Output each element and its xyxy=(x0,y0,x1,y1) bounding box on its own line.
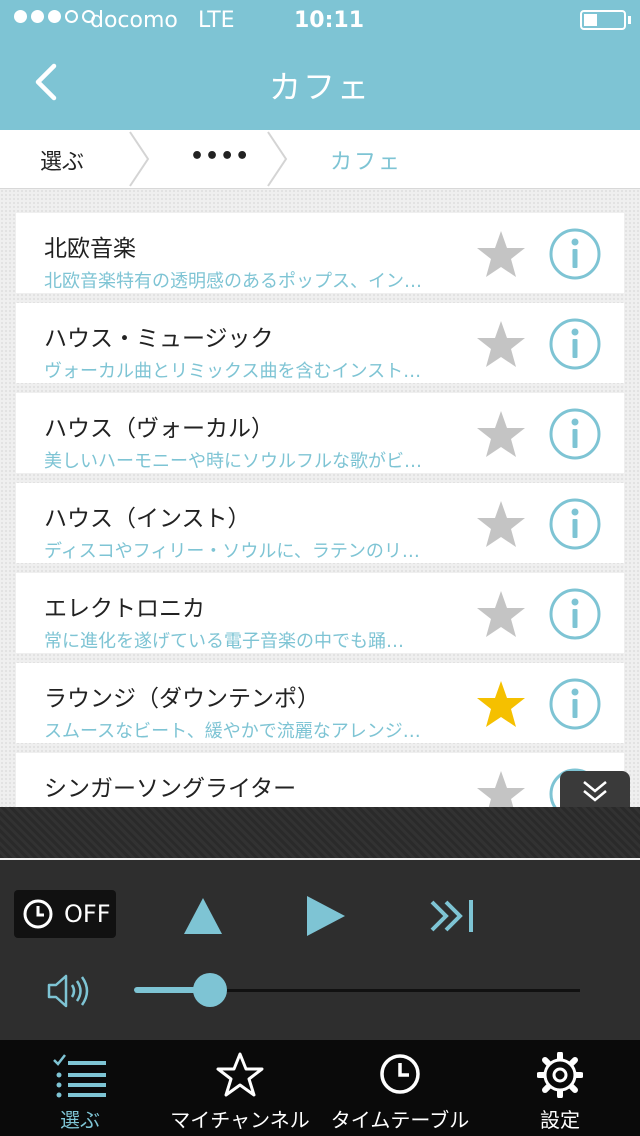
channel-description: ヴォーカル曲とリミックス曲を含むインスト… xyxy=(44,361,422,382)
favorite-button[interactable] xyxy=(474,319,528,371)
play-icon xyxy=(307,896,345,936)
battery-icon xyxy=(580,10,626,30)
star-icon xyxy=(216,1052,264,1097)
star-icon xyxy=(477,501,525,547)
status-time: 10:11 xyxy=(294,8,365,33)
breadcrumb-item-select[interactable]: 選ぶ xyxy=(40,144,84,176)
volume-slider-thumb[interactable] xyxy=(192,973,227,1007)
channel-description: 北欧音楽特有の透明感のあるポップス、イン… xyxy=(44,271,422,292)
star-icon xyxy=(477,681,525,727)
info-button[interactable] xyxy=(548,407,602,461)
clock-icon xyxy=(380,1054,420,1094)
battery-tip xyxy=(628,16,631,24)
carrier-label: docomo xyxy=(90,8,178,33)
breadcrumb-item-middle[interactable]: •••• xyxy=(190,144,250,169)
tab-timetable[interactable]: タイムテーブル xyxy=(320,1040,480,1136)
breadcrumb-separator-icon xyxy=(267,131,288,187)
list-item[interactable]: 北欧音楽北欧音楽特有の透明感のあるポップス、イン… xyxy=(16,213,624,293)
channel-title: ハウス（インスト） xyxy=(44,506,251,532)
page-title: カフェ xyxy=(268,68,371,106)
star-icon xyxy=(477,411,525,457)
breadcrumb-separator-icon xyxy=(129,131,150,187)
favorite-button[interactable] xyxy=(474,589,528,641)
favorite-button[interactable] xyxy=(474,769,528,807)
favorite-button[interactable] xyxy=(474,229,528,281)
info-icon xyxy=(549,588,601,640)
channel-list[interactable]: 北欧音楽北欧音楽特有の透明感のあるポップス、イン… ハウス・ミュージックヴォーカル… xyxy=(0,189,640,807)
channel-description: スムースなビート、緩やかで流麗なアレンジ… xyxy=(44,721,421,742)
info-button[interactable] xyxy=(548,227,602,281)
channel-title: ハウス・ミュージック xyxy=(44,326,274,352)
info-icon xyxy=(549,318,601,370)
info-button[interactable] xyxy=(548,497,602,551)
info-button[interactable] xyxy=(548,587,602,641)
info-icon xyxy=(549,228,601,280)
triangle-up-icon xyxy=(184,898,222,934)
tab-label: マイチャンネル xyxy=(170,1108,310,1132)
star-icon xyxy=(477,231,525,277)
network-label: LTE xyxy=(198,8,235,33)
signal-strength-icon xyxy=(14,10,95,23)
channel-title: ラウンジ（ダウンテンポ） xyxy=(44,686,320,712)
tab-settings[interactable]: 設定 xyxy=(480,1040,640,1136)
gear-icon xyxy=(537,1052,583,1098)
info-icon xyxy=(549,498,601,550)
list-item[interactable]: シンガーソングライター xyxy=(16,753,624,807)
list-icon xyxy=(53,1054,106,1098)
channel-description: 常に進化を遂げている電子音楽の中でも踊… xyxy=(44,631,404,652)
list-item[interactable]: ハウス・ミュージックヴォーカル曲とリミックス曲を含むインスト… xyxy=(16,303,624,383)
list-item[interactable]: ラウンジ（ダウンテンポ） スムースなビート、緩やかで流麗なアレンジ… xyxy=(16,663,624,743)
tab-bar: 選ぶ マイチャンネル タイムテーブル 設定 xyxy=(0,1040,640,1136)
list-item[interactable]: エレクトロニカ常に進化を遂げている電子音楽の中でも踊… xyxy=(16,573,624,653)
star-icon xyxy=(477,591,525,637)
favorite-button[interactable] xyxy=(474,679,528,731)
tab-label: 設定 xyxy=(540,1108,580,1132)
channel-title: エレクトロニカ xyxy=(44,596,205,622)
breadcrumb-item-current: カフェ xyxy=(330,150,403,175)
star-icon xyxy=(477,321,525,367)
info-button[interactable] xyxy=(548,317,602,371)
skip-forward-icon xyxy=(430,900,473,932)
channel-title: シンガーソングライター xyxy=(44,776,297,802)
tab-label: タイムテーブル xyxy=(330,1108,470,1132)
info-icon xyxy=(549,678,601,730)
tab-my-channel[interactable]: マイチャンネル xyxy=(160,1040,320,1136)
star-icon xyxy=(477,771,525,807)
favorite-button[interactable] xyxy=(474,409,528,461)
double-chevron-down-icon xyxy=(583,781,607,802)
player-header xyxy=(0,807,640,858)
list-item[interactable]: ハウス（インスト） ディスコやフィリー・ソウルに、ラテンのリ… xyxy=(16,483,624,563)
favorite-button[interactable] xyxy=(474,499,528,551)
info-button[interactable] xyxy=(548,677,602,731)
tab-label: 選ぶ xyxy=(60,1108,100,1132)
info-icon xyxy=(549,408,601,460)
breadcrumb: 選ぶ •••• カフェ xyxy=(0,130,640,189)
previous-button[interactable] xyxy=(182,896,224,936)
collapse-player-button[interactable] xyxy=(560,771,630,811)
clock-icon xyxy=(23,899,53,929)
sleep-timer-button[interactable]: OFF xyxy=(14,890,116,938)
skip-next-button[interactable] xyxy=(428,896,478,936)
channel-description: 美しいハーモニーや時にソウルフルな歌がビ… xyxy=(44,451,422,472)
list-item[interactable]: ハウス（ヴォーカル） 美しいハーモニーや時にソウルフルな歌がビ… xyxy=(16,393,624,473)
channel-title: 北欧音楽 xyxy=(44,236,136,262)
channel-description: ディスコやフィリー・ソウルに、ラテンのリ… xyxy=(44,541,420,562)
play-button[interactable] xyxy=(303,894,347,938)
tab-select[interactable]: 選ぶ xyxy=(0,1040,160,1136)
speaker-icon[interactable] xyxy=(46,972,92,1010)
channel-title: ハウス（ヴォーカル） xyxy=(44,416,274,442)
player-divider xyxy=(0,858,640,860)
sleep-timer-label: OFF xyxy=(64,900,111,928)
